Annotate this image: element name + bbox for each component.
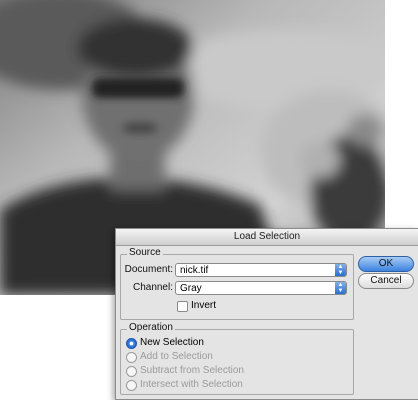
invert-label: Invert bbox=[191, 300, 217, 311]
subtract-from-selection-radio[interactable] bbox=[126, 366, 137, 377]
intersect-with-selection-label: Intersect with Selection bbox=[140, 379, 243, 390]
subtract-from-selection-label: Subtract from Selection bbox=[140, 365, 244, 376]
popup-arrows-icon: ▲ ▼ bbox=[335, 282, 346, 294]
load-selection-dialog: Load Selection Source Document: nick.tif… bbox=[115, 228, 418, 400]
source-group: Source Document: nick.tif ▲ ▼ Channel: Gr… bbox=[120, 247, 354, 320]
new-selection-radio[interactable] bbox=[126, 338, 137, 349]
popup-arrows-icon: ▲ ▼ bbox=[335, 264, 346, 276]
new-selection-label: New Selection bbox=[140, 337, 204, 348]
operation-group: Operation New Selection Add to Selection… bbox=[120, 322, 354, 395]
operation-group-label: Operation bbox=[127, 322, 175, 333]
add-to-selection-label: Add to Selection bbox=[140, 351, 213, 362]
document-select[interactable]: nick.tif ▲ ▼ bbox=[175, 263, 347, 277]
dialog-title: Load Selection bbox=[116, 229, 418, 246]
channel-select[interactable]: Gray ▲ ▼ bbox=[175, 281, 347, 295]
ok-button[interactable]: OK bbox=[358, 256, 414, 272]
channel-label: Channel: bbox=[132, 282, 173, 293]
cancel-button[interactable]: Cancel bbox=[358, 273, 414, 289]
document-value: nick.tif bbox=[180, 265, 209, 276]
add-to-selection-radio[interactable] bbox=[126, 352, 137, 363]
channel-value: Gray bbox=[180, 283, 202, 294]
document-label: Document: bbox=[124, 264, 173, 275]
invert-checkbox[interactable] bbox=[177, 301, 188, 312]
source-group-label: Source bbox=[127, 247, 163, 258]
intersect-with-selection-radio[interactable] bbox=[126, 380, 137, 391]
